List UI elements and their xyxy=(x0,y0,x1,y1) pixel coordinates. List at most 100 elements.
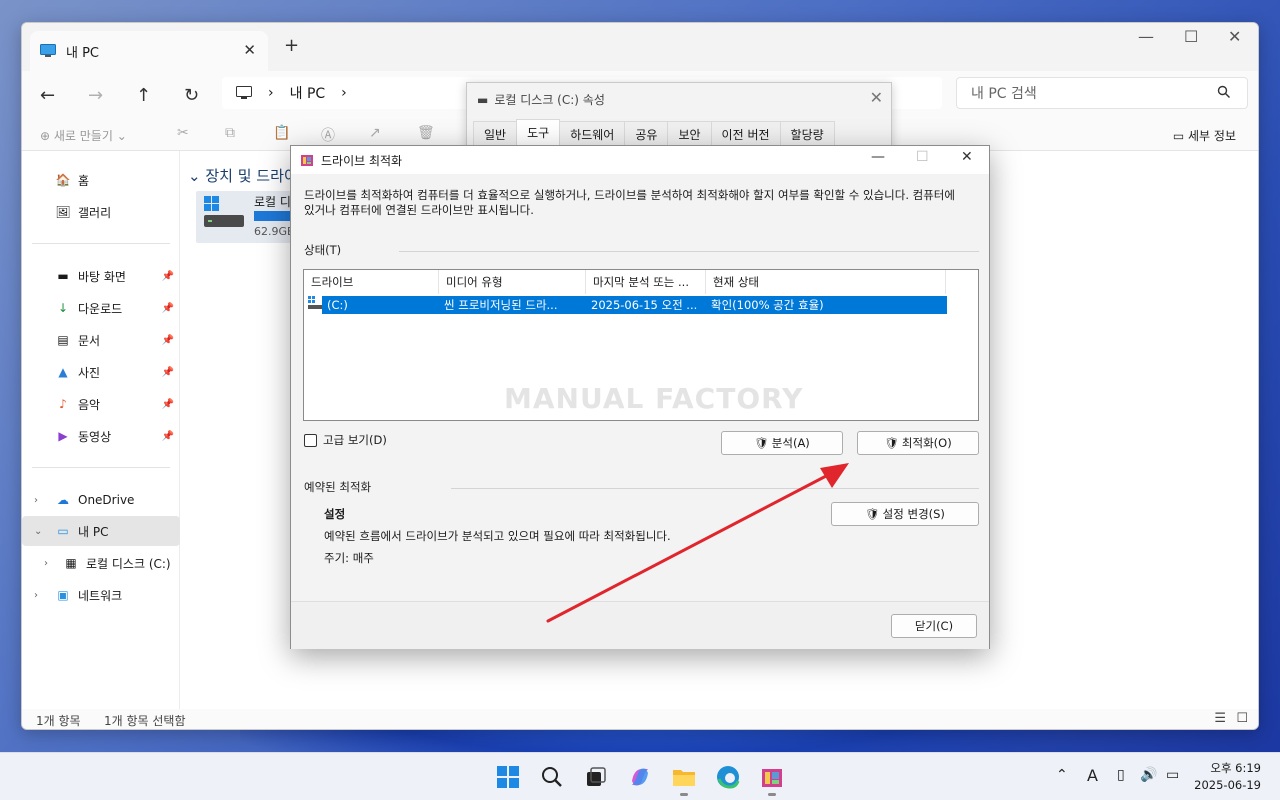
copy-icon[interactable]: ⧉ xyxy=(225,125,235,141)
new-button[interactable]: ⊕ 새로 만들기 ⌄ xyxy=(40,127,127,144)
uac-shield-icon: 🛡 xyxy=(865,507,880,521)
forward-icon[interactable]: → xyxy=(88,85,103,106)
column-drive[interactable]: 드라이브 xyxy=(304,270,439,294)
search-icon[interactable] xyxy=(540,765,564,789)
defrag-app-icon[interactable] xyxy=(760,765,784,796)
sidebar-item-pictures[interactable]: ▲ 사진 📌 xyxy=(22,357,180,387)
windows-drive-icon xyxy=(204,196,244,227)
chevron-right-icon[interactable]: › xyxy=(341,85,347,101)
tiles-view-icon[interactable]: ☐ xyxy=(1236,711,1248,726)
desktop-icon: ▬ xyxy=(57,269,69,283)
back-icon[interactable]: ← xyxy=(40,85,55,106)
minimize-icon[interactable]: — xyxy=(871,149,885,165)
tab-my-pc[interactable]: 내 PC ✕ xyxy=(30,31,268,71)
pin-icon: 📌 xyxy=(161,302,174,314)
cloud-icon: ☁ xyxy=(57,493,69,507)
video-icon: ▶ xyxy=(58,429,68,443)
close-icon[interactable]: ✕ xyxy=(870,88,883,107)
sidebar-item-onedrive[interactable]: › ☁ OneDrive xyxy=(22,485,180,515)
advanced-view-checkbox[interactable] xyxy=(304,434,317,447)
dialog-description: 드라이브를 최적화하여 컴퓨터를 더 효율적으로 실행하거나, 드라이브를 분석… xyxy=(304,188,955,217)
copilot-icon[interactable] xyxy=(628,765,652,789)
table-row[interactable]: (C:) 씬 프로비저닝된 드라... 2025-06-15 오전 ... 확인… xyxy=(322,296,947,314)
sidebar-item-documents[interactable]: ▤ 문서 📌 xyxy=(22,325,180,355)
column-last-analyzed[interactable]: 마지막 분석 또는 ... xyxy=(586,270,706,294)
sidebar-item-videos[interactable]: ▶ 동영상 📌 xyxy=(22,421,180,451)
analyze-button[interactable]: 🛡 분석(A) xyxy=(721,431,843,455)
document-icon: ▤ xyxy=(57,333,69,347)
start-icon[interactable] xyxy=(496,765,520,789)
up-icon[interactable]: ↑ xyxy=(136,85,151,106)
search-input[interactable]: 내 PC 검색 xyxy=(956,77,1248,109)
optimize-drives-dialog: 드라이브 최적화 — ☐ ✕ 드라이브를 최적화하여 컴퓨터를 더 효율적으로 … xyxy=(290,145,990,649)
music-icon: ♪ xyxy=(59,397,67,411)
divider xyxy=(451,488,979,489)
search-placeholder: 내 PC 검색 xyxy=(971,86,1037,102)
status-count: 1개 항목 xyxy=(36,714,81,728)
watermark: MANUAL FACTORY xyxy=(504,382,804,415)
explorer-titlebar: 내 PC ✕ + — ☐ ✕ xyxy=(22,23,1258,71)
breadcrumb-my-pc[interactable]: 내 PC xyxy=(290,83,326,103)
delete-icon[interactable]: 🗑 xyxy=(417,125,435,141)
sidebar-item-local-disk[interactable]: › ▦ 로컬 디스크 (C:) xyxy=(22,548,180,578)
rename-icon[interactable]: Ⓐ xyxy=(321,125,335,145)
column-media-type[interactable]: 미디어 유형 xyxy=(439,270,586,294)
sidebar-item-my-pc[interactable]: ⌄ ▭ 내 PC xyxy=(22,516,180,546)
download-icon: ↓ xyxy=(57,301,69,315)
optimize-button[interactable]: 🛡 최적화(O) xyxy=(857,431,979,455)
clock-date: 2025-06-19 xyxy=(1194,778,1261,792)
chevron-right-icon[interactable]: › xyxy=(34,495,38,506)
volume-icon[interactable]: 🔊 xyxy=(1140,767,1157,783)
new-tab-icon[interactable]: + xyxy=(284,35,299,56)
file-explorer-icon[interactable] xyxy=(672,765,696,796)
minimize-icon[interactable]: — xyxy=(1138,27,1154,46)
sidebar-item-music[interactable]: ♪ 음악 📌 xyxy=(22,389,180,419)
cell-state: 확인(100% 공간 효율) xyxy=(711,298,824,312)
chevron-up-icon[interactable]: ⌃ xyxy=(1056,767,1068,783)
pin-icon: 📌 xyxy=(161,398,174,410)
advanced-view-label[interactable]: 고급 보기(D) xyxy=(323,432,387,448)
drive-name: 로컬 디 xyxy=(254,195,291,209)
maximize-icon[interactable]: ☐ xyxy=(1184,27,1198,46)
cut-icon[interactable]: ✂ xyxy=(177,125,189,141)
drive-icon: ▦ xyxy=(65,556,77,570)
settings-text: 예약된 흐름에서 드라이브가 분석되고 있으며 필요에 따라 최적화됩니다. xyxy=(324,529,671,543)
task-view-icon[interactable] xyxy=(584,765,608,789)
drive-list[interactable]: 드라이브 미디어 유형 마지막 분석 또는 ... 현재 상태 (C:) 씬 프… xyxy=(303,269,979,421)
close-icon[interactable]: ✕ xyxy=(961,149,973,165)
tab-title: 내 PC xyxy=(66,45,100,61)
chevron-right-icon[interactable]: › xyxy=(268,85,274,101)
sidebar-item-home[interactable]: 🏠 홈 xyxy=(22,165,180,195)
ime-indicator[interactable]: A xyxy=(1087,766,1098,785)
dialog-titlebar: 드라이브 최적화 — ☐ ✕ xyxy=(291,146,989,174)
scheduled-section-label: 예약된 최적화 xyxy=(304,480,372,494)
close-tab-icon[interactable]: ✕ xyxy=(243,41,256,59)
details-button[interactable]: ▭ 세부 정보 xyxy=(1173,127,1236,144)
sidebar-item-downloads[interactable]: ↓ 다운로드 📌 xyxy=(22,293,180,323)
change-settings-button[interactable]: 🛡 설정 변경(S) xyxy=(831,502,979,526)
group-header[interactable]: ⌄ 장치 및 드라이 xyxy=(188,165,298,186)
battery-icon[interactable]: ▭ xyxy=(1166,767,1179,783)
clock[interactable]: 오후 6:19 2025-06-19 xyxy=(1194,760,1261,794)
close-window-icon[interactable]: ✕ xyxy=(1228,27,1241,46)
maximize-icon[interactable]: ☐ xyxy=(916,149,929,165)
details-view-icon[interactable]: ☰ xyxy=(1214,711,1226,726)
edge-icon[interactable] xyxy=(716,765,740,789)
sidebar-item-desktop[interactable]: ▬ 바탕 화면 📌 xyxy=(22,261,180,291)
pictures-icon: ▲ xyxy=(58,365,68,379)
sidebar-item-gallery[interactable]: 🖼 갤러리 xyxy=(22,197,180,227)
divider xyxy=(32,467,170,468)
refresh-icon[interactable]: ↻ xyxy=(184,85,199,106)
chevron-right-icon[interactable]: › xyxy=(44,558,48,569)
close-button[interactable]: 닫기(C) xyxy=(891,614,977,638)
chevron-down-icon[interactable]: ⌄ xyxy=(34,526,42,537)
sidebar-item-network[interactable]: › ▣ 네트워크 xyxy=(22,580,180,610)
column-current-status[interactable]: 현재 상태 xyxy=(706,270,946,294)
paste-icon[interactable]: 📋 xyxy=(273,125,290,141)
share-icon[interactable]: ↗ xyxy=(369,125,381,141)
frequency-text: 주기: 매주 xyxy=(324,551,374,565)
chevron-right-icon[interactable]: › xyxy=(34,590,38,601)
network-icon[interactable]: ▯ xyxy=(1117,767,1125,783)
drive-list-header: 드라이브 미디어 유형 마지막 분석 또는 ... 현재 상태 xyxy=(304,270,978,294)
network-icon: ▣ xyxy=(57,588,69,602)
